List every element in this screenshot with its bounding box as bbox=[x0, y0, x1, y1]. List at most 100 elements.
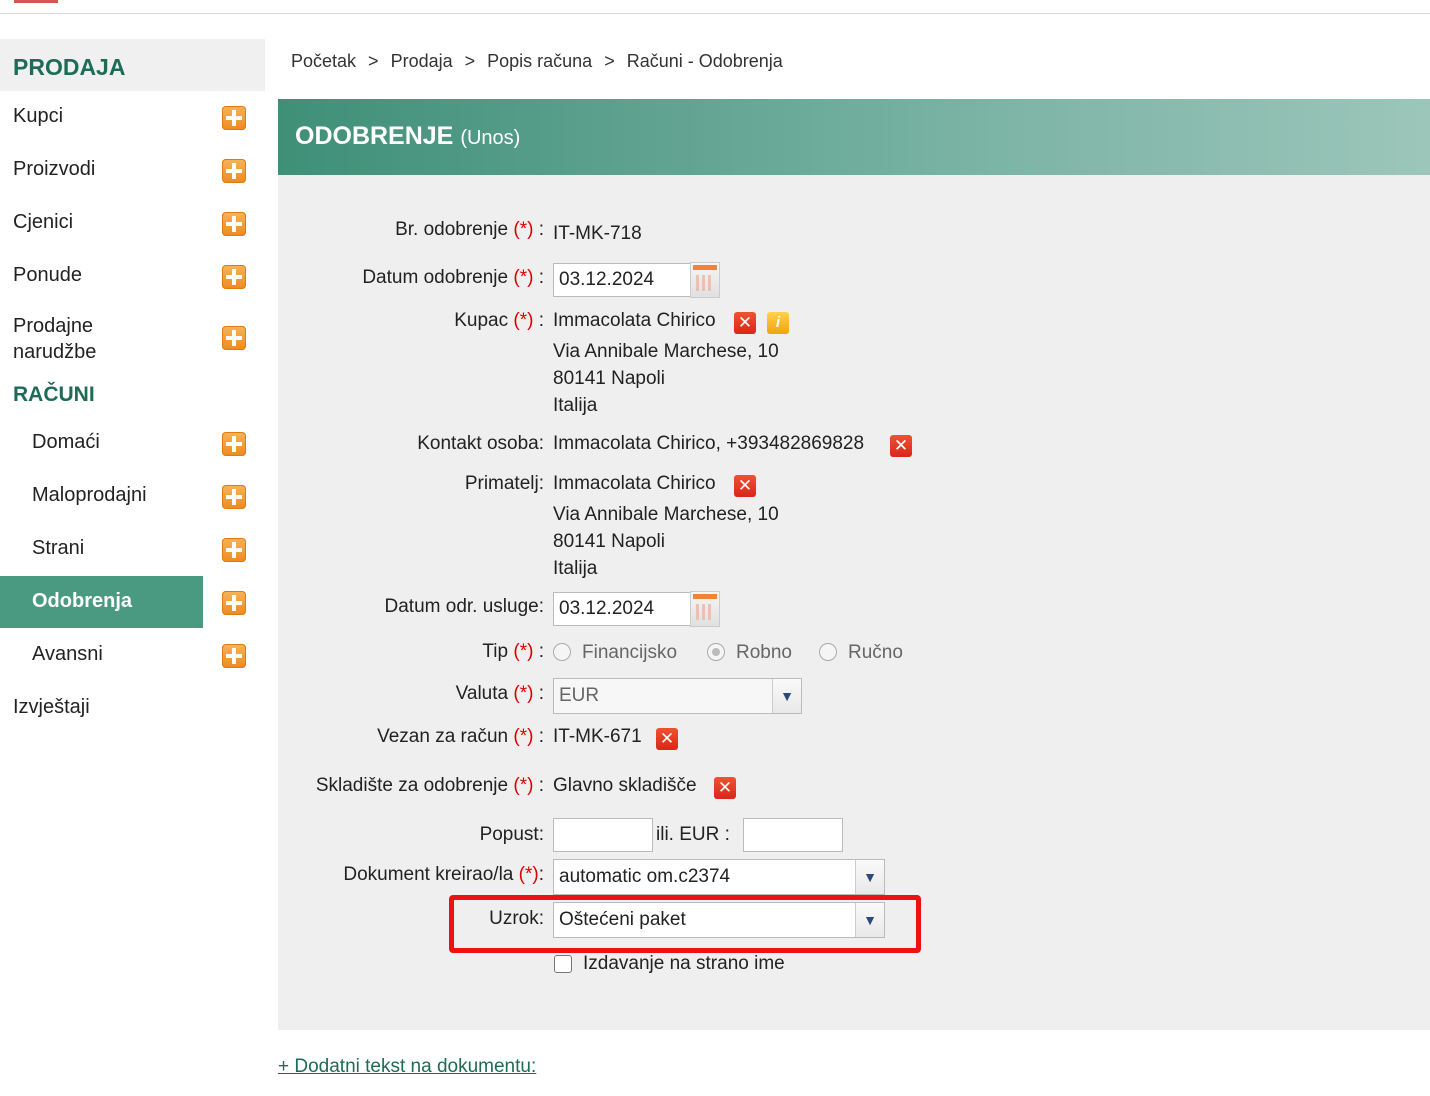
sidebar-item-cjenici[interactable]: Cjenici bbox=[0, 197, 265, 250]
tip-label: Tip (*) : bbox=[482, 641, 544, 662]
sidebar: PRODAJA Kupci Proizvodi Cjenici Ponude P… bbox=[0, 39, 265, 735]
datum-usluge-label: Datum odr. usluge: bbox=[384, 596, 544, 617]
plus-icon[interactable] bbox=[222, 644, 246, 668]
plus-icon[interactable] bbox=[222, 485, 246, 509]
kreirao-value: automatic om.c2374 bbox=[559, 866, 731, 887]
radio-label: Ručno bbox=[848, 642, 903, 663]
plus-icon[interactable] bbox=[222, 326, 246, 350]
dodatni-tekst-link[interactable]: + Dodatni tekst na dokumentu: bbox=[278, 1056, 536, 1078]
popust-eur-label: ili. EUR : bbox=[656, 824, 730, 845]
plus-icon[interactable] bbox=[222, 159, 246, 183]
required-mark: (*) bbox=[513, 219, 534, 240]
primatelj-label: Primatelj: bbox=[464, 473, 544, 494]
kupac-city: 80141 Napoli bbox=[553, 368, 665, 389]
required-mark: (*) bbox=[513, 267, 534, 288]
top-bar bbox=[0, 0, 1430, 14]
kreirao-label: Dokument kreirao/la (*): bbox=[343, 864, 544, 885]
close-icon[interactable]: ✕ bbox=[734, 312, 756, 334]
radio-robno[interactable] bbox=[707, 643, 725, 661]
calendar-icon[interactable] bbox=[690, 591, 720, 627]
sidebar-item-label: Ponude bbox=[13, 264, 82, 286]
sidebar-item-strani[interactable]: Strani bbox=[0, 523, 265, 576]
breadcrumb-current: Računi - Odobrenja bbox=[626, 51, 783, 71]
chevron-down-icon[interactable]: ▼ bbox=[772, 679, 801, 713]
plus-icon[interactable] bbox=[222, 538, 246, 562]
breadcrumb: Početak > Prodaja > Popis računa > Računi - Od… bbox=[291, 51, 783, 72]
sidebar-item-maloprodajni[interactable]: Maloprodajni bbox=[0, 470, 265, 523]
breadcrumb-separator: > bbox=[368, 51, 379, 71]
radio-label: Financijsko bbox=[582, 642, 678, 663]
br-odobrenje-value: IT-MK-718 bbox=[553, 223, 642, 244]
sidebar-item-label: Odobrenja bbox=[32, 590, 133, 612]
sidebar-item-odobrenja[interactable]: Odobrenja bbox=[0, 576, 265, 629]
primatelj-country: Italija bbox=[553, 558, 598, 579]
kreirao-select[interactable]: automatic om.c2374 ▼ bbox=[553, 859, 885, 895]
info-icon[interactable]: i bbox=[767, 312, 789, 334]
sidebar-item-label: Avansni bbox=[32, 643, 103, 665]
plus-icon[interactable] bbox=[222, 591, 246, 615]
sidebar-item-label: Domaći bbox=[32, 431, 100, 453]
radio-financijsko[interactable] bbox=[553, 643, 571, 661]
page-title: ODOBRENJE bbox=[295, 122, 454, 150]
sidebar-item-label: Proizvodi bbox=[13, 158, 96, 180]
required-mark: (*) bbox=[518, 864, 539, 885]
calendar-icon[interactable] bbox=[690, 262, 720, 298]
close-icon[interactable]: ✕ bbox=[734, 475, 756, 497]
highlight-box bbox=[449, 895, 921, 953]
kontakt-value: Immacolata Chirico, +393482869828 bbox=[553, 433, 865, 454]
primatelj-name: Immacolata Chirico bbox=[553, 473, 716, 494]
chevron-down-icon[interactable]: ▼ bbox=[855, 860, 884, 894]
label-text: Skladište za odobrenje bbox=[315, 775, 509, 796]
strano-ime-label: Izdavanje na strano ime bbox=[583, 953, 785, 974]
sidebar-item-proizvodi[interactable]: Proizvodi bbox=[0, 144, 265, 197]
kupac-name: Immacolata Chirico bbox=[553, 310, 716, 331]
top-accent bbox=[14, 0, 58, 3]
page-title-wrap: ODOBRENJE (Unos) bbox=[295, 122, 520, 151]
skladiste-label: Skladište za odobrenje (*) : bbox=[315, 775, 544, 796]
kontakt-label: Kontakt osoba: bbox=[417, 433, 544, 454]
vezan-value: IT-MK-671 bbox=[553, 726, 642, 747]
label-text: Vezan za račun bbox=[377, 726, 509, 747]
required-mark: (*) bbox=[513, 310, 534, 331]
breadcrumb-separator: > bbox=[464, 51, 476, 71]
popust-input[interactable] bbox=[553, 818, 653, 852]
close-icon[interactable]: ✕ bbox=[890, 435, 912, 457]
strano-ime-checkbox[interactable] bbox=[554, 955, 572, 973]
radio-label: Robno bbox=[736, 642, 792, 663]
plus-icon[interactable] bbox=[222, 265, 246, 289]
close-icon[interactable]: ✕ bbox=[656, 728, 678, 750]
primatelj-street: Via Annibale Marchese, 10 bbox=[553, 504, 779, 525]
plus-icon[interactable] bbox=[222, 432, 246, 456]
close-icon[interactable]: ✕ bbox=[714, 777, 736, 799]
sidebar-item-label: Izvještaji bbox=[13, 696, 90, 718]
datum-odobrenje-input[interactable]: 03.12.2024 bbox=[553, 263, 691, 297]
sidebar-item-label: Strani bbox=[32, 537, 85, 559]
plus-icon[interactable] bbox=[222, 106, 246, 130]
breadcrumb-prodaja[interactable]: Prodaja bbox=[391, 51, 453, 71]
breadcrumb-pocetak[interactable]: Početak bbox=[291, 51, 356, 71]
sidebar-item-izvjestaji[interactable]: Izvještaji bbox=[0, 682, 265, 735]
label-text: Datum odobrenje bbox=[362, 267, 509, 288]
sidebar-item-kupci[interactable]: Kupci bbox=[0, 91, 265, 144]
popust-eur-input[interactable] bbox=[743, 818, 843, 852]
primatelj-city: 80141 Napoli bbox=[553, 531, 665, 552]
sidebar-section-racuni: RAČUNI bbox=[13, 383, 95, 406]
kupac-label: Kupac (*) : bbox=[454, 310, 544, 331]
sidebar-item-domaci[interactable]: Domaći bbox=[0, 417, 265, 470]
sidebar-item-prodajne-narudzbe[interactable]: Prodajne narudžbe bbox=[0, 303, 265, 373]
sidebar-item-ponude[interactable]: Ponude bbox=[0, 250, 265, 303]
required-mark: (*) bbox=[513, 683, 534, 704]
label-text: Tip bbox=[482, 641, 509, 662]
plus-icon[interactable] bbox=[222, 212, 246, 236]
radio-rucno[interactable] bbox=[819, 643, 837, 661]
sidebar-section-prodaja: PRODAJA bbox=[0, 39, 265, 91]
breadcrumb-popis-racuna[interactable]: Popis računa bbox=[487, 51, 592, 71]
valuta-select[interactable]: EUR ▼ bbox=[553, 678, 802, 714]
sidebar-item-avansni[interactable]: Avansni bbox=[0, 629, 265, 682]
popust-label: Popust: bbox=[479, 824, 544, 845]
required-mark: (*) bbox=[513, 775, 534, 796]
label-text: Valuta bbox=[455, 683, 509, 704]
datum-usluge-input[interactable]: 03.12.2024 bbox=[553, 592, 691, 626]
sidebar-item-label: Prodajne narudžbe bbox=[13, 315, 97, 363]
required-mark: (*) bbox=[513, 641, 534, 662]
